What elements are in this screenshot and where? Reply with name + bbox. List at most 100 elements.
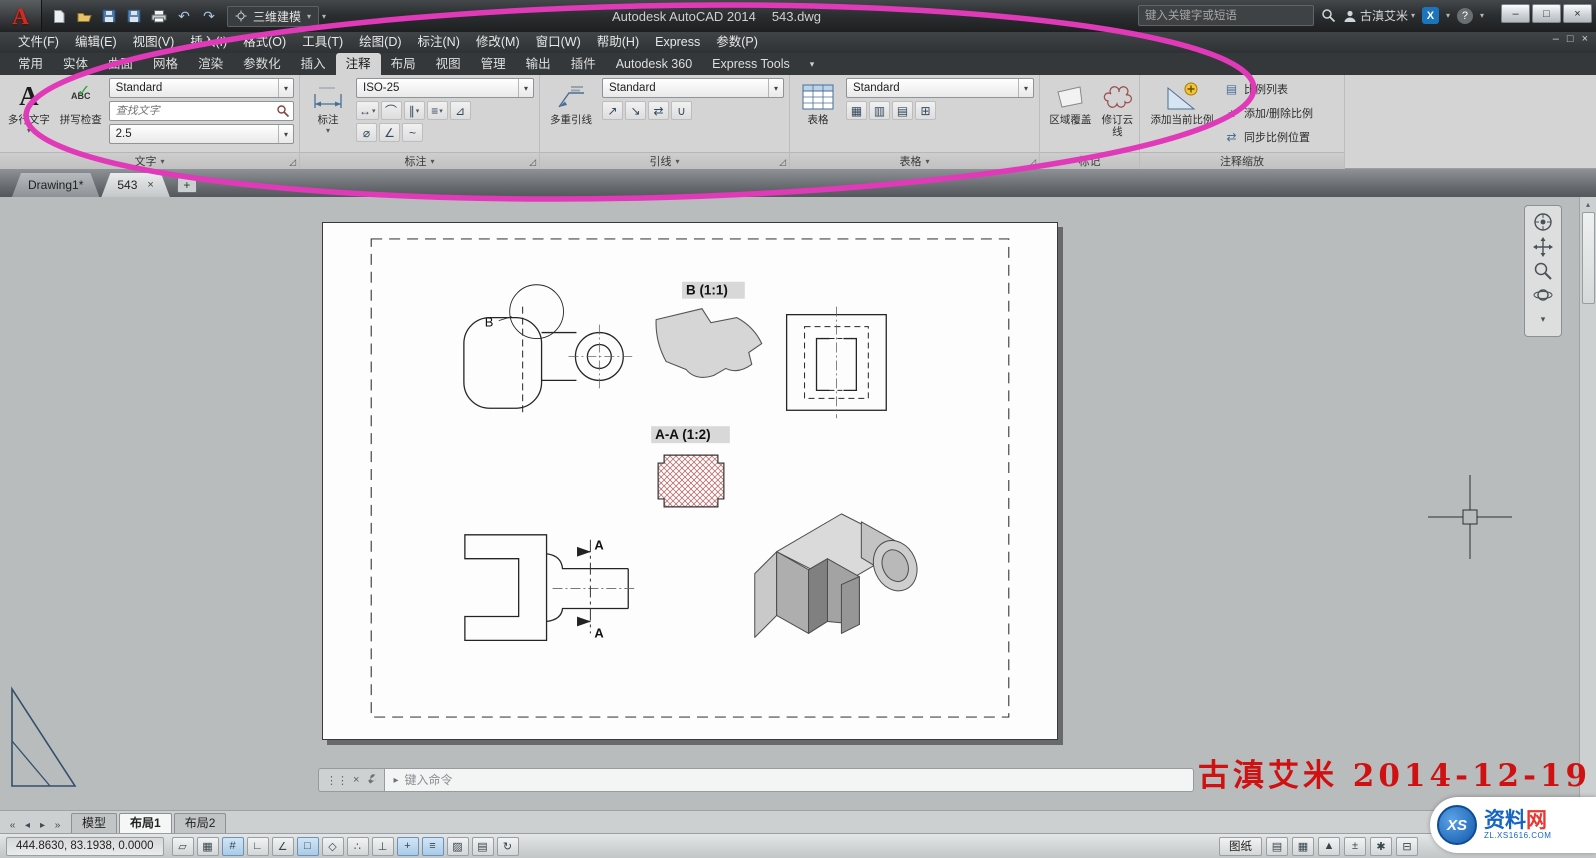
redo-icon[interactable]: ↷ [198,6,220,26]
dynamic-input-toggle[interactable]: + [396,836,419,856]
close-button[interactable]: × [1563,4,1592,23]
quick-properties-toggle[interactable]: ▤ [471,836,494,856]
command-input-zone[interactable]: ▸ [384,768,1194,792]
drawing-canvas[interactable]: B B (1:1) A-A (1:2) A A ▾ ▴ ⋮⋮ × ▸ 键入命令 [0,197,1596,810]
ribbon-minimize-icon[interactable]: ▾ [802,53,823,75]
linear-dimension-button[interactable]: ↔ ▾ [356,101,379,120]
ribbon-tab-render[interactable]: 渲染 [188,53,233,75]
next-layout-icon[interactable]: ▸ [35,820,50,831]
restore-button[interactable]: □ [1532,4,1561,23]
ribbon-tab-plugins[interactable]: 插件 [561,53,606,75]
add-delete-scales-button[interactable]: ± 添加/删除比例 [1224,102,1334,123]
command-close-icon[interactable]: × [353,774,359,786]
menu-view[interactable]: 视图(V) [125,32,183,53]
table-button[interactable]: 表格 [795,78,841,152]
collect-leaders-button[interactable]: ∪ [671,101,692,120]
menu-window[interactable]: 窗口(W) [528,32,589,53]
ribbon-tab-solid[interactable]: 实体 [53,53,98,75]
plot-icon[interactable] [148,6,170,26]
adjust-space-button[interactable]: ⊿ [449,101,471,120]
menu-dimension[interactable]: 标注(N) [410,32,468,53]
ribbon-tab-annotate[interactable]: 注释 [335,53,381,75]
menu-edit[interactable]: 编辑(E) [67,32,125,53]
search-icon[interactable] [1321,8,1336,23]
grid-display-toggle[interactable]: # [221,836,244,856]
command-grip-icon[interactable]: ⋮⋮ [326,774,348,787]
quick-view-layouts-icon[interactable]: ▤ [1266,836,1288,856]
polar-tracking-toggle[interactable]: ∠ [271,836,294,856]
dimension-button[interactable]: 标注 ▾ [305,78,351,152]
ribbon-tab-surface[interactable]: 曲面 [98,53,143,75]
align-leaders-button[interactable]: ⇄ [648,101,669,120]
dialog-launcher-icon[interactable]: ◿ [289,157,296,168]
transparency-toggle[interactable]: ▨ [446,836,469,856]
find-text-input[interactable] [115,105,276,117]
chevron-down-icon[interactable]: ▾ [1480,11,1484,20]
panel-text-footer[interactable]: 文字 ▾ ◿ [0,152,299,169]
pan-icon[interactable] [1530,236,1556,258]
zoom-icon[interactable] [1530,260,1556,282]
table-cell-style-button-1[interactable]: ▦ [846,101,867,120]
undo-icon[interactable]: ↶ [173,6,195,26]
remove-leader-button[interactable]: ↘ [625,101,646,120]
workspace-switcher[interactable]: 三维建模 ▾ [227,5,320,27]
user-signin[interactable]: 古滇艾米 ▾ [1343,7,1415,24]
auto-add-scales-icon[interactable]: ± [1344,836,1366,856]
ribbon-tab-express-tools[interactable]: Express Tools [702,53,800,75]
sync-scale-positions-button[interactable]: ⇄ 同步比例位置 [1224,126,1334,147]
ribbon-tab-insert[interactable]: 插入 [291,53,336,75]
command-customize-icon[interactable] [364,772,377,788]
revision-cloud-button[interactable]: 修订云线 [1101,78,1134,152]
table-cell-style-button-3[interactable]: ▤ [892,101,913,120]
dialog-launcher-icon[interactable]: ◿ [779,157,786,168]
panel-table-footer[interactable]: 表格 ▾ ◿ [790,152,1039,169]
panel-dimension-footer[interactable]: 标注 ▾ ◿ [300,152,539,169]
search-input[interactable] [1137,5,1314,26]
insert-table-button[interactable]: ⊞ [915,101,936,120]
panel-leader-footer[interactable]: 引线 ▾ ◿ [540,152,789,169]
navigation-wheel-icon[interactable] [1530,211,1556,233]
help-icon[interactable]: ? [1456,7,1473,24]
text-height-dropdown[interactable]: 2.5 ▾ [108,124,294,144]
new-tab-button[interactable]: + [176,176,197,193]
wipeout-button[interactable]: 区域覆盖 [1045,78,1096,152]
vertical-scrollbar[interactable]: ▴ ▾ [1579,197,1596,810]
navbar-menu-icon[interactable]: ▾ [1530,309,1556,331]
mtext-button[interactable]: A 多行文字 ▾ [5,78,53,152]
3d-object-snap-toggle[interactable]: ◇ [321,836,344,856]
doc-minimize-button[interactable]: – [1553,33,1559,45]
scroll-up-icon[interactable]: ▴ [1586,197,1590,212]
doc-close-button[interactable]: × [1582,33,1588,45]
doc-restore-button[interactable]: □ [1567,33,1574,45]
ribbon-tab-autodesk360[interactable]: Autodesk 360 [606,53,702,75]
dynamic-ucs-toggle[interactable]: ⊥ [371,836,394,856]
file-tab-543[interactable]: 543 × [101,173,169,197]
dim-style-dropdown[interactable]: ISO-25 ▾ [356,78,534,98]
prev-layout-icon[interactable]: ◂ [20,820,35,831]
tab-layout1[interactable]: 布局1 [119,813,172,833]
menu-tools[interactable]: 工具(T) [294,32,351,53]
menu-draw[interactable]: 绘图(D) [351,32,409,53]
continue-dimension-button[interactable]: ∥ ▾ [403,101,425,120]
ribbon-tab-layout[interactable]: 布局 [381,53,426,75]
exchange-apps-icon[interactable]: X [1421,7,1439,24]
ribbon-tab-manage[interactable]: 管理 [471,53,516,75]
mleader-style-dropdown[interactable]: Standard ▾ [602,78,784,98]
save-icon[interactable] [98,6,120,26]
table-cell-style-button-2[interactable]: ▥ [869,101,890,120]
tab-model[interactable]: 模型 [71,813,118,833]
table-style-dropdown[interactable]: Standard ▾ [846,78,1034,98]
open-file-icon[interactable] [73,6,95,26]
app-menu-button[interactable]: A [0,0,42,32]
add-current-scale-button[interactable]: 添加当前比例 [1145,78,1219,152]
ribbon-tab-parametric[interactable]: 参数化 [233,53,291,75]
lineweight-toggle[interactable]: ≡ [421,836,444,856]
menu-help[interactable]: 帮助(H) [589,32,647,53]
multileader-button[interactable]: 多重引线 [545,78,597,152]
menu-express[interactable]: Express [647,32,708,53]
quick-view-drawings-icon[interactable]: ▦ [1292,836,1314,856]
orbit-icon[interactable] [1530,284,1556,306]
angular-dimension-button[interactable]: ∠ [379,123,400,142]
menu-modify[interactable]: 修改(M) [468,32,528,53]
ribbon-tab-view[interactable]: 视图 [426,53,471,75]
